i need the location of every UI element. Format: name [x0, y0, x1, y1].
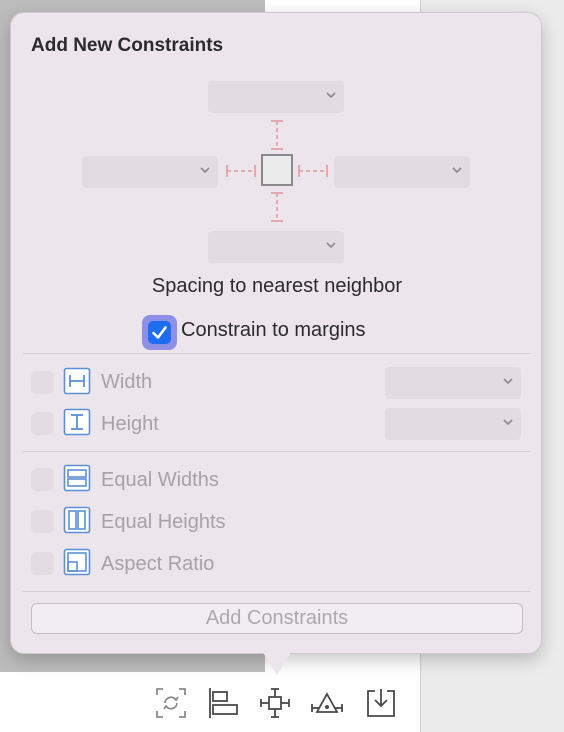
aspect-ratio-icon [63, 548, 91, 576]
chevron-down-icon [452, 167, 462, 174]
equal-heights-checkbox[interactable] [31, 510, 54, 533]
resolve-issues-icon[interactable] [310, 686, 344, 720]
chevron-down-icon [503, 378, 513, 385]
width-checkbox[interactable] [31, 371, 54, 394]
chevron-down-icon [326, 92, 336, 99]
view-placeholder-box [261, 154, 293, 186]
separator [23, 353, 531, 354]
equal-heights-label: Equal Heights [101, 511, 226, 533]
equal-widths-checkbox[interactable] [31, 468, 54, 491]
add-constraints-icon[interactable] [258, 686, 292, 720]
add-constraints-button[interactable]: Add Constraints [31, 603, 523, 634]
height-label: Height [101, 413, 159, 435]
trailing-spacing-dropdown[interactable] [334, 156, 470, 188]
height-checkbox[interactable] [31, 412, 54, 435]
chevron-down-icon [503, 419, 513, 426]
checkmark-icon [152, 326, 167, 339]
aspect-ratio-checkbox[interactable] [31, 552, 54, 575]
chevron-down-icon [326, 242, 336, 249]
aspect-ratio-label: Aspect Ratio [101, 553, 215, 575]
height-icon [63, 408, 91, 436]
leading-spacing-dropdown[interactable] [82, 156, 218, 188]
height-value-dropdown[interactable] [385, 408, 521, 440]
separator [23, 591, 531, 592]
popover-arrow [262, 651, 292, 675]
top-spacing-dropdown[interactable] [208, 81, 344, 113]
embed-in-icon[interactable] [364, 686, 398, 720]
bottom-spacing-dropdown[interactable] [208, 231, 344, 263]
equal-heights-icon [63, 506, 91, 534]
separator [23, 451, 531, 452]
constrain-to-margins-label: Constrain to margins [181, 319, 366, 341]
equal-widths-label: Equal Widths [101, 469, 219, 491]
equal-widths-icon [63, 464, 91, 492]
width-value-dropdown[interactable] [385, 367, 521, 399]
align-icon[interactable] [206, 686, 240, 720]
spacing-label: Spacing to nearest neighbor [151, 275, 403, 297]
popover-title: Add New Constraints [31, 35, 224, 56]
checkbox-fill [148, 321, 171, 344]
chevron-down-icon [200, 167, 210, 174]
add-constraints-popover: Add New Constraints Spacing to nearest n… [10, 12, 542, 654]
update-frames-icon[interactable] [154, 686, 188, 720]
constrain-to-margins-checkbox[interactable] [142, 315, 177, 350]
width-icon [63, 367, 91, 395]
width-label: Width [101, 371, 153, 393]
